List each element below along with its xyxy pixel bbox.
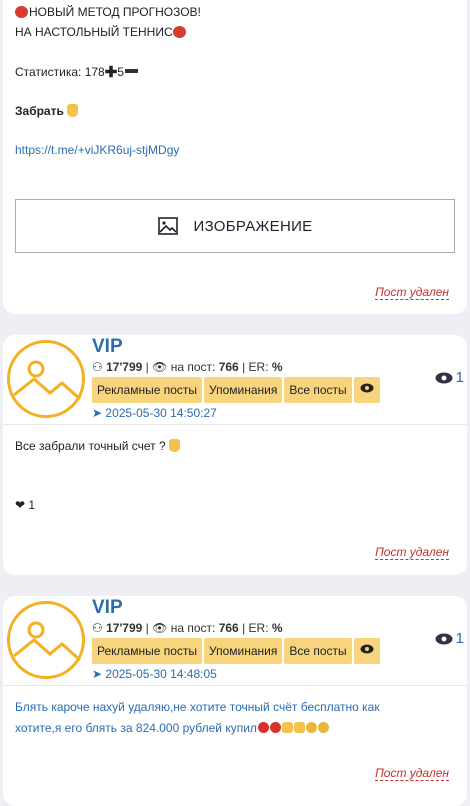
image-icon: [157, 217, 178, 235]
post-card: VIP ⚇ 17'799 | 👁 на пост: 766 | ER: % Ре…: [3, 335, 467, 575]
tag-all-posts[interactable]: Все посты: [284, 638, 352, 664]
eye-icon: 👁: [152, 360, 168, 374]
angry-emoji-icon: [257, 722, 269, 733]
angry-emoji-icon: [269, 722, 281, 733]
post-stats-line: Статистика: 178✚5: [15, 64, 138, 81]
eye-icon: [435, 633, 453, 644]
post-views: 1: [435, 630, 464, 647]
subscribers-icon: ⚇: [92, 621, 103, 635]
image-placeholder-icon: [13, 621, 81, 662]
post-text: Все забрали точный счет ?: [15, 436, 180, 457]
tag-row: Рекламные посты Упоминания Все посты: [92, 377, 380, 403]
minus-emoji-icon: [124, 69, 138, 73]
pointing-hand-emoji-icon: [66, 104, 78, 117]
post-deleted-label: Пост удален: [375, 766, 449, 781]
post-text-line: НА НАСТОЛЬНЫЙ ТЕННИС: [15, 24, 187, 40]
post-date[interactable]: ➤ 2025-05-30 14:48:05: [92, 667, 217, 681]
subscribers-icon: ⚇: [92, 360, 103, 374]
eye-icon: [360, 383, 374, 393]
tag-view-button[interactable]: [353, 377, 380, 403]
divider: [3, 424, 467, 425]
eye-icon: 👁: [152, 621, 168, 635]
post-likes: ❤ 1: [15, 498, 36, 512]
post-card: VIP ⚇ 17'799 | 👁 на пост: 766 | ER: % Ре…: [3, 596, 467, 806]
post-text-line: НОВЫЙ МЕТОД ПРОГНОЗОВ!: [15, 4, 201, 20]
post-deleted-label: Пост удален: [375, 285, 449, 300]
tag-mentions[interactable]: Упоминания: [204, 638, 283, 664]
eye-icon: [435, 372, 453, 383]
tag-view-button[interactable]: [353, 638, 380, 664]
channel-title[interactable]: VIP: [92, 597, 123, 619]
tag-all-posts[interactable]: Все посты: [284, 377, 352, 403]
channel-title[interactable]: VIP: [92, 336, 123, 358]
crying-emoji-icon: [317, 722, 329, 733]
crying-emoji-icon: [305, 722, 317, 733]
post-card: НОВЫЙ МЕТОД ПРОГНОЗОВ! НА НАСТОЛЬНЫЙ ТЕН…: [3, 0, 467, 314]
post-date[interactable]: ➤ 2025-05-30 14:50:27: [92, 406, 217, 420]
image-label: ИЗОБРАЖЕНИЕ: [193, 217, 313, 235]
image-placeholder-icon: [13, 360, 81, 401]
post-link[interactable]: https://t.me/+viJKR6uj-stjMDgy: [15, 142, 179, 158]
channel-avatar[interactable]: [7, 601, 85, 679]
post-views: 1: [435, 369, 464, 386]
telegram-icon: ➤: [92, 667, 103, 681]
channel-stats: ⚇ 17'799 | 👁 на пост: 766 | ER: %: [92, 360, 283, 374]
tag-mentions[interactable]: Упоминания: [204, 377, 283, 403]
heart-icon: ❤: [15, 498, 26, 512]
telegram-icon: ➤: [92, 406, 103, 420]
tag-row: Рекламные посты Упоминания Все посты: [92, 638, 380, 664]
hand-emoji-icon: [293, 722, 305, 733]
channel-stats: ⚇ 17'799 | 👁 на пост: 766 | ER: %: [92, 621, 283, 635]
red-ball-emoji-icon: [15, 6, 28, 18]
tag-ads-posts[interactable]: Рекламные посты: [92, 638, 203, 664]
post-text: Блять кароче нахуй удаляю,не хотите точн…: [15, 700, 380, 735]
image-placeholder-button[interactable]: ИЗОБРАЖЕНИЕ: [15, 199, 455, 253]
tag-ads-posts[interactable]: Рекламные посты: [92, 377, 203, 403]
channel-avatar[interactable]: [7, 340, 85, 418]
red-ball-emoji-icon: [172, 26, 186, 38]
eye-icon: [360, 644, 374, 654]
hand-emoji-icon: [168, 439, 180, 452]
hand-emoji-icon: [281, 722, 293, 733]
post-deleted-label: Пост удален: [375, 545, 449, 560]
grab-line: Забрать: [15, 103, 78, 119]
plus-emoji-icon: ✚: [104, 64, 118, 81]
divider: [3, 685, 467, 686]
